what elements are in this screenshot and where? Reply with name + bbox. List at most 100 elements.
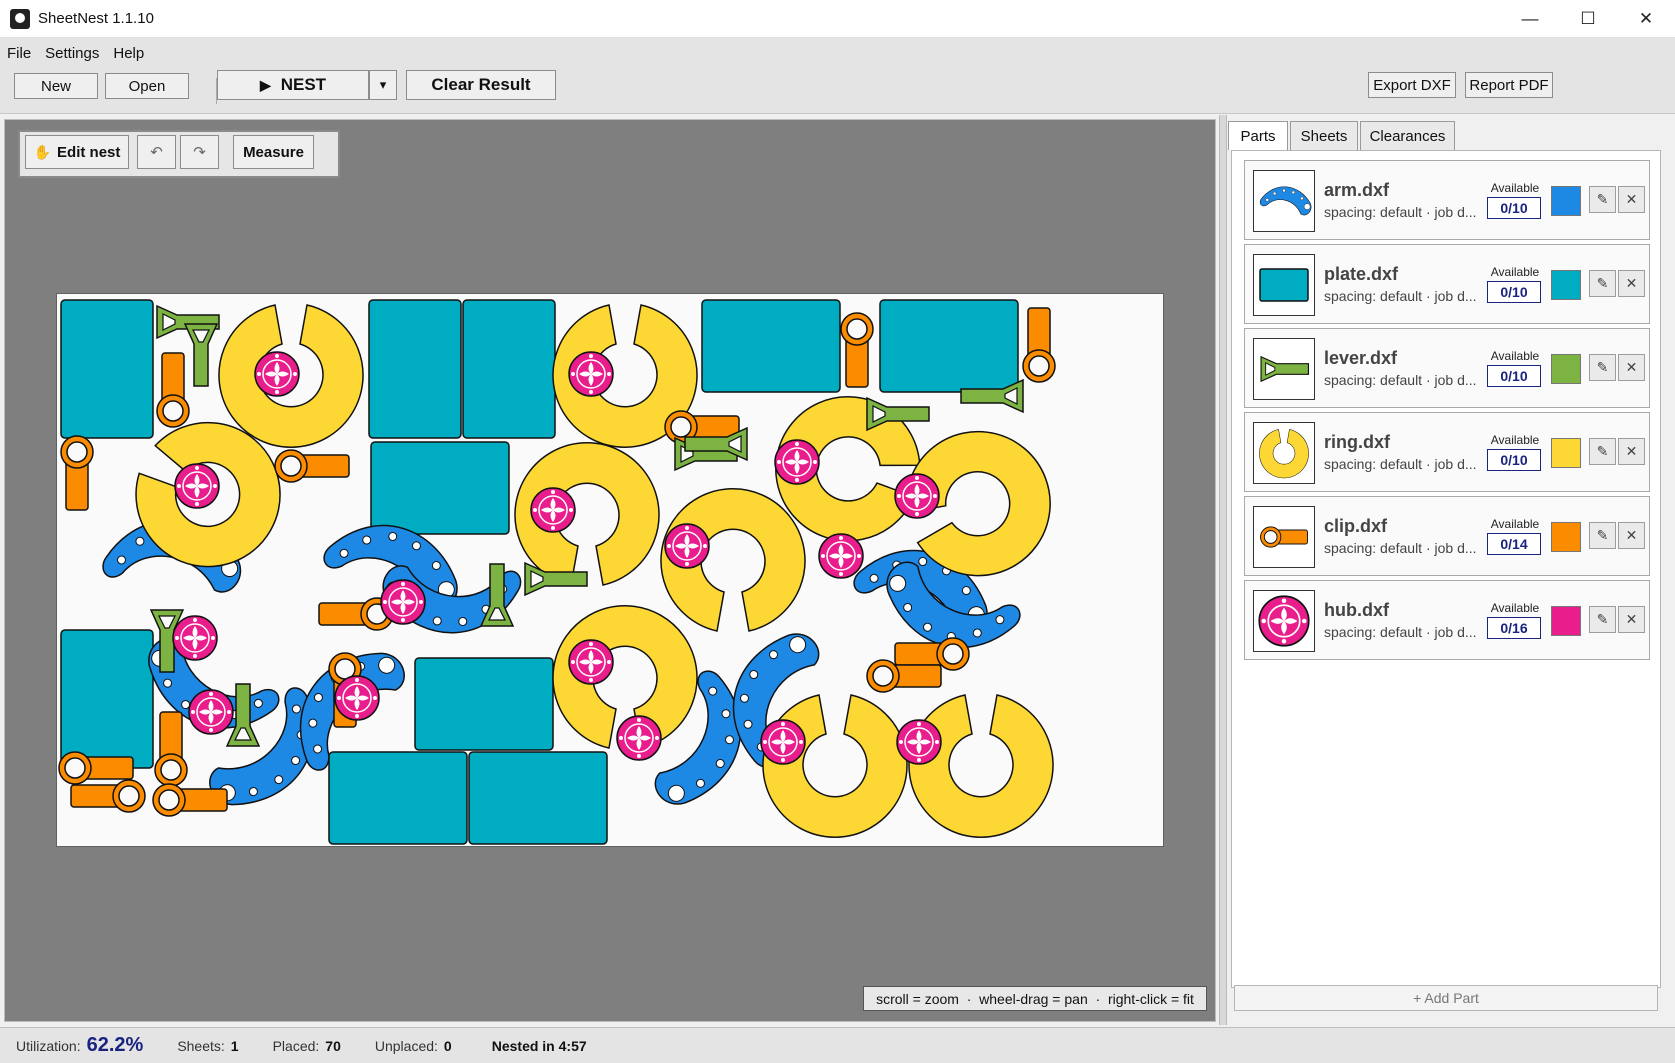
ring-shape-icon	[1253, 422, 1315, 484]
available-count[interactable]: 0/14	[1487, 533, 1541, 555]
panel-splitter[interactable]	[1219, 115, 1227, 1025]
available-count[interactable]: 0/16	[1487, 617, 1541, 639]
part-card-clip[interactable]: clip.dxf spacing: default · job d... Ava…	[1244, 496, 1650, 576]
nested-time: Nested in 4:57	[491, 1037, 587, 1054]
remove-x-icon[interactable]: ✕	[1618, 522, 1645, 549]
sheets-label: Sheets:	[177, 1037, 225, 1054]
part-meta: spacing: default · job d...	[1324, 204, 1477, 220]
remove-x-icon[interactable]: ✕	[1618, 270, 1645, 297]
nest-button-label: NEST	[280, 75, 327, 94]
placed-label: Placed:	[272, 1037, 320, 1054]
available-label: Available	[1490, 433, 1540, 447]
placed-stat: Placed: 70	[273, 1038, 341, 1054]
window-controls: — ☐ ✕	[1501, 0, 1675, 38]
side-panel: Parts Sheets Clearances arm.dxf spacing:…	[1228, 115, 1675, 1025]
menu-settings[interactable]: Settings	[38, 45, 106, 62]
menu-bar: File Settings Help	[0, 38, 1675, 68]
nest-canvas[interactable]: ✋ Edit nest ↶ ↷ Measure scroll = zoom · …	[4, 119, 1216, 1022]
part-color-swatch[interactable]	[1551, 270, 1581, 300]
close-icon[interactable]: ✕	[1617, 0, 1675, 38]
panel-tabs: Parts Sheets Clearances	[1228, 121, 1457, 150]
hand-icon: ✋	[33, 143, 52, 160]
part-color-swatch[interactable]	[1551, 186, 1581, 216]
utilization-stat: Utilization: 62.2%	[16, 1034, 143, 1057]
part-color-swatch[interactable]	[1551, 438, 1581, 468]
part-card-plate[interactable]: plate.dxf spacing: default · job d... Av…	[1244, 244, 1650, 324]
clip-shape-icon	[1253, 506, 1315, 568]
main-toolbar: New Open ▶ NEST ▾ Clear Result Export DX…	[0, 68, 1675, 114]
part-color-swatch[interactable]	[1551, 522, 1581, 552]
available-count[interactable]: 0/10	[1487, 197, 1541, 219]
sheets-stat: Sheets: 1	[177, 1038, 238, 1054]
plate-shape-icon	[1253, 254, 1315, 316]
export-dxf-button[interactable]: Export DXF	[1368, 72, 1456, 98]
remove-x-icon[interactable]: ✕	[1618, 606, 1645, 633]
available-count[interactable]: 0/10	[1487, 281, 1541, 303]
play-icon: ▶	[259, 76, 271, 93]
add-part-button[interactable]: + Add Part	[1234, 985, 1658, 1011]
clear-result-button[interactable]: Clear Result	[406, 70, 556, 100]
new-button[interactable]: New	[14, 73, 98, 99]
part-card-ring[interactable]: ring.dxf spacing: default · job d... Ava…	[1244, 412, 1650, 492]
part-color-swatch[interactable]	[1551, 354, 1581, 384]
nest-options-dropdown[interactable]: ▾	[369, 70, 397, 100]
sheets-value: 1	[230, 1037, 239, 1054]
minimize-icon[interactable]: —	[1501, 0, 1559, 38]
part-meta: spacing: default · job d...	[1324, 288, 1477, 304]
part-card-hub[interactable]: hub.dxf spacing: default · job d... Avai…	[1244, 580, 1650, 660]
lever-shape-icon	[1253, 338, 1315, 400]
nest-layout	[58, 299, 1072, 845]
edit-pencil-icon[interactable]: ✎	[1589, 438, 1616, 465]
app-logo-icon	[10, 8, 30, 29]
utilization-label: Utilization:	[16, 1037, 81, 1054]
undo-button[interactable]: ↶	[137, 135, 176, 169]
part-color-swatch[interactable]	[1551, 606, 1581, 636]
part-name: ring.dxf	[1324, 432, 1390, 452]
edit-pencil-icon[interactable]: ✎	[1589, 606, 1616, 633]
unplaced-stat: Unplaced: 0	[375, 1038, 452, 1054]
placed-value: 70	[325, 1037, 341, 1054]
edit-pencil-icon[interactable]: ✎	[1589, 354, 1616, 381]
redo-button[interactable]: ↷	[180, 135, 219, 169]
available-count[interactable]: 0/10	[1487, 365, 1541, 387]
available-label: Available	[1490, 517, 1540, 531]
tab-clearances[interactable]: Clearances	[1360, 121, 1455, 150]
part-name: plate.dxf	[1324, 264, 1399, 284]
part-card-arm[interactable]: arm.dxf spacing: default · job d... Avai…	[1244, 160, 1650, 240]
open-button[interactable]: Open	[105, 73, 189, 99]
menu-file[interactable]: File	[0, 45, 38, 62]
window-title: SheetNest 1.1.10	[38, 10, 154, 27]
remove-x-icon[interactable]: ✕	[1618, 354, 1645, 381]
parts-list: arm.dxf spacing: default · job d... Avai…	[1231, 150, 1661, 988]
tab-parts[interactable]: Parts	[1228, 121, 1288, 150]
tab-sheets[interactable]: Sheets	[1290, 121, 1358, 150]
part-meta: spacing: default · job d...	[1324, 624, 1477, 640]
edit-pencil-icon[interactable]: ✎	[1589, 522, 1616, 549]
utilization-value: 62.2%	[86, 1034, 144, 1056]
part-card-lever[interactable]: lever.dxf spacing: default · job d... Av…	[1244, 328, 1650, 408]
available-label: Available	[1490, 265, 1540, 279]
maximize-icon[interactable]: ☐	[1559, 0, 1617, 38]
edit-pencil-icon[interactable]: ✎	[1589, 186, 1616, 213]
part-meta: spacing: default · job d...	[1324, 540, 1477, 556]
part-name: clip.dxf	[1324, 516, 1388, 536]
status-bar: Utilization: 62.2% Sheets: 1 Placed: 70 …	[0, 1027, 1675, 1063]
part-meta: spacing: default · job d...	[1324, 456, 1477, 472]
available-label: Available	[1490, 601, 1540, 615]
available-label: Available	[1490, 349, 1540, 363]
edit-nest-button[interactable]: ✋ Edit nest	[25, 135, 129, 169]
part-name: arm.dxf	[1324, 180, 1390, 200]
canvas-hint: scroll = zoom · wheel-drag = pan · right…	[863, 986, 1207, 1011]
available-count[interactable]: 0/10	[1487, 449, 1541, 471]
remove-x-icon[interactable]: ✕	[1618, 186, 1645, 213]
remove-x-icon[interactable]: ✕	[1618, 438, 1645, 465]
menu-help[interactable]: Help	[106, 45, 151, 62]
unplaced-label: Unplaced:	[374, 1037, 438, 1054]
report-pdf-button[interactable]: Report PDF	[1465, 72, 1553, 98]
arm-shape-icon	[1253, 170, 1315, 232]
sheet-1[interactable]	[56, 293, 1164, 847]
edit-pencil-icon[interactable]: ✎	[1589, 270, 1616, 297]
available-label: Available	[1490, 181, 1540, 195]
measure-button[interactable]: Measure	[233, 135, 314, 169]
nest-button[interactable]: ▶ NEST	[217, 70, 369, 100]
